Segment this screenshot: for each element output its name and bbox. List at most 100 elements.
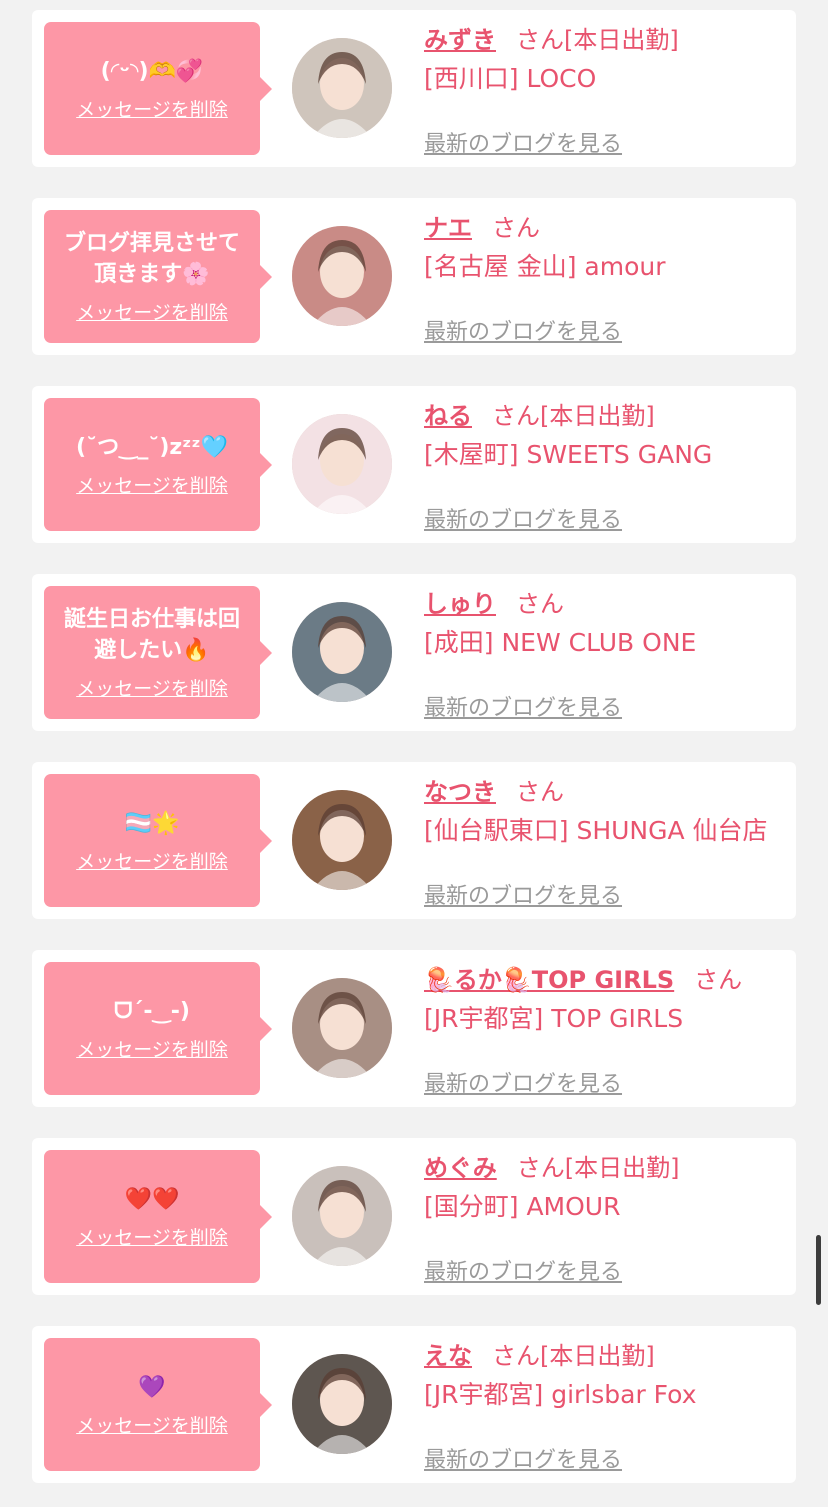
message-card: ❤️❤️ メッセージを削除 めぐみ さん[本日出勤] [国分町] AMOUR 最新のブログ… bbox=[32, 1138, 796, 1295]
avatar[interactable] bbox=[292, 602, 392, 702]
name-line: ねる さん[本日出勤] bbox=[424, 398, 790, 434]
message-card: (˘つ‿_˘)zᶻᶻ🩵 メッセージを削除 ねる さん[本日出勤] [木屋町] SWEET… bbox=[32, 386, 796, 543]
avatar-image bbox=[292, 226, 392, 326]
delete-message-link[interactable]: メッセージを削除 bbox=[76, 1411, 228, 1438]
working-today-badge: [本日出勤] bbox=[540, 1342, 655, 1370]
shop-name: [成田] NEW CLUB ONE bbox=[424, 628, 697, 657]
avatar-image bbox=[292, 1354, 392, 1454]
girl-info: えな さん[本日出勤] [JR宇都宮] girlsbar Fox 最新のブログを見る bbox=[424, 1338, 790, 1473]
latest-blog-link[interactable]: 最新のブログを見る bbox=[424, 690, 622, 722]
latest-blog-link[interactable]: 最新のブログを見る bbox=[424, 126, 622, 158]
message-card: ᗜˊ-‿-) メッセージを削除 🪼るか🪼TOP GIRLS さん [JR宇都宮] TOP… bbox=[32, 950, 796, 1107]
avatar-image bbox=[292, 414, 392, 514]
working-today-badge: [本日出勤] bbox=[564, 1154, 680, 1182]
latest-blog-link[interactable]: 最新のブログを見る bbox=[424, 314, 622, 346]
shop-name: [JR宇都宮] girlsbar Fox bbox=[424, 1380, 697, 1409]
honorific: さん bbox=[492, 214, 540, 242]
girl-name-link[interactable]: ねる bbox=[424, 402, 472, 430]
delete-message-link[interactable]: メッセージを削除 bbox=[76, 1035, 228, 1062]
shop-name: [国分町] AMOUR bbox=[424, 1192, 621, 1221]
latest-blog-link[interactable]: 最新のブログを見る bbox=[424, 1442, 622, 1474]
message-text: 💜 bbox=[138, 1374, 166, 1400]
girl-name-link[interactable]: めぐみ bbox=[424, 1154, 497, 1182]
honorific: さん bbox=[516, 26, 564, 54]
shop-name: [仙台駅東口] SHUNGA 仙台店 bbox=[424, 816, 768, 845]
avatar-image bbox=[292, 790, 392, 890]
delete-message-link[interactable]: メッセージを削除 bbox=[76, 1223, 228, 1250]
working-today-badge: [本日出勤] bbox=[564, 26, 679, 54]
message-bubble: (◜ᵕ◝)🫶💞 メッセージを削除 bbox=[44, 22, 272, 155]
girl-info: めぐみ さん[本日出勤] [国分町] AMOUR 最新のブログを見る bbox=[424, 1150, 790, 1285]
girl-name-link[interactable]: えな bbox=[424, 1342, 472, 1370]
message-card: 🏳️‍⚧️🌟 メッセージを削除 なつき さん [仙台駅東口] SHUNGA 仙台店 最新の… bbox=[32, 762, 796, 919]
girl-info: ねる さん[本日出勤] [木屋町] SWEETS GANG 最新のブログを見る bbox=[424, 398, 790, 533]
delete-message-link[interactable]: メッセージを削除 bbox=[76, 95, 228, 122]
girl-name-link[interactable]: なつき bbox=[424, 778, 496, 806]
girl-name-link[interactable]: ナエ bbox=[424, 214, 472, 242]
message-text: 誕生日お仕事は回 避したい🔥 bbox=[63, 607, 240, 663]
girl-info: なつき さん [仙台駅東口] SHUNGA 仙台店 最新のブログを見る bbox=[424, 774, 790, 909]
avatar-image bbox=[292, 38, 392, 138]
name-line: しゅり さん bbox=[424, 586, 790, 622]
honorific: さん bbox=[694, 966, 743, 994]
latest-blog-link[interactable]: 最新のブログを見る bbox=[424, 1254, 622, 1286]
delete-message-link[interactable]: メッセージを削除 bbox=[76, 847, 228, 874]
honorific: さん bbox=[516, 590, 564, 618]
message-card: 💜 メッセージを削除 えな さん[本日出勤] [JR宇都宮] girlsbar Fox 最… bbox=[32, 1326, 796, 1483]
latest-blog-link[interactable]: 最新のブログを見る bbox=[424, 878, 622, 910]
delete-message-link[interactable]: メッセージを削除 bbox=[76, 298, 228, 325]
honorific: さん bbox=[492, 1342, 540, 1370]
girl-info: しゅり さん [成田] NEW CLUB ONE 最新のブログを見る bbox=[424, 586, 790, 721]
girl-info: みずき さん[本日出勤] [西川口] LOCO 最新のブログを見る bbox=[424, 22, 790, 157]
avatar[interactable] bbox=[292, 1166, 392, 1266]
girl-info: 🪼るか🪼TOP GIRLS さん [JR宇都宮] TOP GIRLS 最新のブログを見… bbox=[424, 962, 790, 1097]
avatar[interactable] bbox=[292, 1354, 392, 1454]
delete-message-link[interactable]: メッセージを削除 bbox=[76, 471, 228, 498]
scrollbar[interactable] bbox=[816, 1235, 821, 1305]
shop-name: [木屋町] SWEETS GANG bbox=[424, 440, 713, 469]
working-today-badge: [本日出勤] bbox=[540, 402, 655, 430]
honorific: さん bbox=[516, 1154, 565, 1182]
avatar-image bbox=[292, 978, 392, 1078]
avatar-image bbox=[292, 1166, 392, 1266]
honorific: さん bbox=[492, 402, 540, 430]
honorific: さん bbox=[516, 778, 564, 806]
delete-message-link[interactable]: メッセージを削除 bbox=[76, 674, 228, 701]
avatar[interactable] bbox=[292, 38, 392, 138]
message-text: (◜ᵕ◝)🫶💞 bbox=[100, 58, 204, 84]
message-bubble: ᗜˊ-‿-) メッセージを削除 bbox=[44, 962, 272, 1095]
girl-info: ナエ さん [名古屋 金山] amour 最新のブログを見る bbox=[424, 210, 790, 345]
avatar[interactable] bbox=[292, 978, 392, 1078]
message-bubble: ❤️❤️ メッセージを削除 bbox=[44, 1150, 272, 1283]
shop-name: [名古屋 金山] amour bbox=[424, 252, 666, 281]
shop-name: [JR宇都宮] TOP GIRLS bbox=[424, 1004, 684, 1033]
name-line: めぐみ さん[本日出勤] bbox=[424, 1150, 790, 1186]
name-line: みずき さん[本日出勤] bbox=[424, 22, 790, 58]
message-card: (◜ᵕ◝)🫶💞 メッセージを削除 みずき さん[本日出勤] [西川口] LOCO 最新のブ… bbox=[32, 10, 796, 167]
avatar[interactable] bbox=[292, 790, 392, 890]
message-bubble: ブログ拝見させて 頂きます🌸 メッセージを削除 bbox=[44, 210, 272, 343]
girl-name-link[interactable]: しゅり bbox=[424, 590, 496, 618]
message-bubble: 💜 メッセージを削除 bbox=[44, 1338, 272, 1471]
message-text: ブログ拝見させて 頂きます🌸 bbox=[63, 231, 240, 287]
message-text: 🏳️‍⚧️🌟 bbox=[124, 810, 180, 836]
latest-blog-link[interactable]: 最新のブログを見る bbox=[424, 1066, 622, 1098]
message-card: 誕生日お仕事は回 避したい🔥 メッセージを削除 しゅり さん [成田] NEW CLUB… bbox=[32, 574, 796, 731]
girl-name-link[interactable]: 🪼るか🪼TOP GIRLS bbox=[424, 966, 674, 994]
girl-name-link[interactable]: みずき bbox=[424, 26, 496, 54]
avatar-image bbox=[292, 602, 392, 702]
message-card: ブログ拝見させて 頂きます🌸 メッセージを削除 ナエ さん [名古屋 金山] amour… bbox=[32, 198, 796, 355]
name-line: えな さん[本日出勤] bbox=[424, 1338, 790, 1374]
message-text: (˘つ‿_˘)zᶻᶻ🩵 bbox=[76, 434, 228, 460]
message-text: ❤️❤️ bbox=[124, 1186, 180, 1212]
shop-name: [西川口] LOCO bbox=[424, 64, 597, 93]
message-bubble: (˘つ‿_˘)zᶻᶻ🩵 メッセージを削除 bbox=[44, 398, 272, 531]
avatar[interactable] bbox=[292, 226, 392, 326]
latest-blog-link[interactable]: 最新のブログを見る bbox=[424, 502, 622, 534]
message-bubble: 🏳️‍⚧️🌟 メッセージを削除 bbox=[44, 774, 272, 907]
message-bubble: 誕生日お仕事は回 避したい🔥 メッセージを削除 bbox=[44, 586, 272, 719]
avatar[interactable] bbox=[292, 414, 392, 514]
message-text: ᗜˊ-‿-) bbox=[114, 998, 190, 1024]
name-line: なつき さん bbox=[424, 774, 790, 810]
name-line: 🪼るか🪼TOP GIRLS さん bbox=[424, 962, 790, 998]
